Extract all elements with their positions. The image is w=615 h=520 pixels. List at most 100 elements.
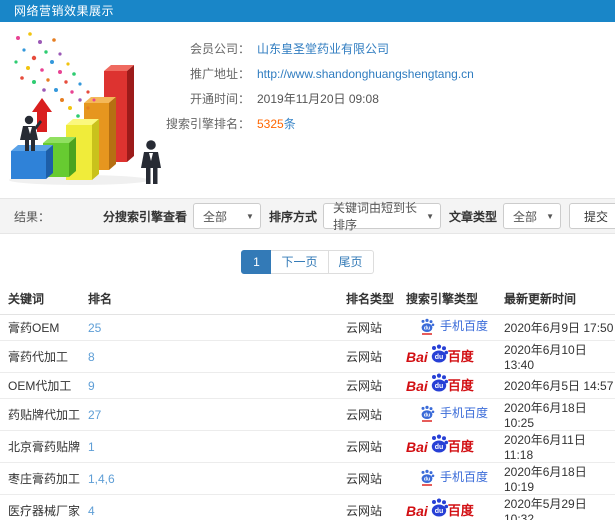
filter-bar: 结果： 分搜索引擎查看 全部 ▼ 排序方式 关键词由短到长排序 ▼ 文章类型 全… [0, 198, 615, 234]
rank-link[interactable]: 1,4,6 [88, 472, 115, 486]
chevron-down-icon: ▼ [546, 211, 554, 221]
page-1-button[interactable]: 1 [241, 250, 272, 274]
mobile-baidu-paw-icon: du [421, 405, 435, 422]
rank-type-cell: 云网站 [338, 372, 398, 399]
ranking-table: 关键词 排名 排名类型 搜索引擎类型 最新更新时间 膏药OEM 25 云网站 B… [0, 286, 615, 520]
rank-link[interactable]: 25 [88, 321, 101, 335]
keyword-cell: 枣庄膏药加工 [0, 462, 80, 495]
rank-cell: 4 [80, 494, 338, 520]
promo-url-link[interactable]: http://www.shandonghuangshengtang.cn [257, 67, 474, 81]
col-rank: 排名 [80, 286, 338, 315]
engine-view-label: 分搜索引擎查看 [102, 209, 187, 224]
engine-cell: Bai du 百度 du 手机百度 [398, 340, 496, 373]
baidu-logo: Bai du 百度 [406, 434, 474, 457]
member-info-section: 会员公司： 山东皇圣堂药业有限公司 推广地址： http://www.shand… [0, 28, 615, 192]
engine-cell: Bai du 百度 du 手机百度 [398, 494, 496, 520]
col-updated: 最新更新时间 [496, 286, 615, 315]
mobile-baidu-label: 手机百度 [440, 470, 489, 484]
engine-cell: Bai du 百度 du 手机百度 [398, 430, 496, 463]
updated-cell: 2020年6月10日 13:40 [496, 340, 615, 373]
baidu-paw-icon: du [431, 373, 448, 392]
rank-link[interactable]: 8 [88, 350, 95, 364]
baidu-cn-text: 百度 [447, 503, 474, 518]
company-link[interactable]: 山东皇圣堂药业有限公司 [257, 40, 389, 57]
keyword-cell: 膏药代加工 [0, 340, 80, 373]
col-engine-type: 搜索引擎类型 [398, 286, 496, 315]
rank-count-unit: 条 [283, 117, 296, 131]
article-type-label: 文章类型 [448, 209, 497, 224]
baidu-cn-text: 百度 [447, 439, 474, 454]
baidu-logo: Bai du 百度 [406, 498, 474, 520]
chevron-down-icon: ▼ [246, 211, 254, 221]
updated-cell: 2020年5月29日 10:32 [496, 494, 615, 520]
engine-cell: Bai du 百度 du 手机百度 [398, 372, 496, 399]
rank-cell: 1,4,6 [80, 462, 338, 495]
baidu-logo: Bai du 百度 [406, 373, 474, 396]
chevron-down-icon: ▼ [426, 211, 434, 221]
table-row: 药贴牌代加工 27 云网站 Bai du 百度 du [0, 398, 615, 431]
result-label: 结果： [14, 209, 51, 224]
rank-link[interactable]: 27 [88, 408, 101, 422]
updated-cell: 2020年6月5日 14:57 [496, 372, 615, 399]
engine-cell: Bai du 百度 du 手机百度 [398, 398, 496, 431]
bar-chart-image [9, 32, 161, 185]
baidu-cn-text: 百度 [447, 349, 474, 364]
svg-text:du: du [424, 325, 431, 331]
engine-view-select[interactable]: 全部 ▼ [192, 203, 261, 229]
page-header: 网络营销效果展示 [0, 0, 615, 22]
baidu-bai-text: Bai [406, 502, 428, 519]
svg-text:du: du [435, 444, 444, 451]
baidu-paw-icon: du [431, 434, 448, 453]
svg-text:du: du [435, 354, 444, 361]
rank-type-cell: 云网站 [338, 314, 398, 341]
confetti-dots [14, 32, 96, 118]
rank-cell: 25 [80, 314, 338, 341]
rank-type-cell: 云网站 [338, 462, 398, 495]
table-header-row: 关键词 排名 排名类型 搜索引擎类型 最新更新时间 [0, 286, 615, 315]
col-keyword: 关键词 [0, 286, 80, 315]
rank-link[interactable]: 1 [88, 440, 95, 454]
engine-cell: Bai du 百度 du 手机百度 [398, 462, 496, 495]
baidu-bai-text: Bai [406, 438, 428, 455]
table-row: OEM代加工 9 云网站 Bai du 百度 du [0, 372, 615, 399]
rank-cell: 8 [80, 340, 338, 373]
keyword-cell: 膏药OEM [0, 314, 80, 341]
sort-select[interactable]: 关键词由短到长排序 ▼ [322, 201, 441, 232]
page-title: 网络营销效果展示 [14, 4, 115, 18]
next-page-button[interactable]: 下一页 [271, 250, 329, 274]
mobile-baidu-logo: du 手机百度 [406, 318, 488, 335]
pagination: 1 下一页 尾页 [0, 250, 615, 274]
submit-button[interactable]: 提交 [569, 203, 615, 229]
table-row: 膏药OEM 25 云网站 Bai du 百度 du [0, 314, 615, 341]
baidu-paw-icon: du [431, 344, 448, 363]
table-row: 枣庄膏药加工 1,4,6 云网站 Bai du 百度 du [0, 462, 615, 495]
rank-link[interactable]: 4 [88, 504, 95, 518]
rank-type-cell: 云网站 [338, 430, 398, 463]
keyword-cell: OEM代加工 [0, 372, 80, 399]
article-type-selected: 全部 [513, 209, 538, 224]
baidu-paw-icon: du [431, 498, 448, 517]
rank-cell: 27 [80, 398, 338, 431]
last-page-button[interactable]: 尾页 [328, 250, 374, 274]
rank-cell: 9 [80, 372, 338, 399]
updated-cell: 2020年6月18日 10:25 [496, 398, 615, 431]
article-type-select[interactable]: 全部 ▼ [503, 203, 561, 229]
updated-cell: 2020年6月11日 11:18 [496, 430, 615, 463]
mobile-baidu-label: 手机百度 [440, 406, 489, 420]
engine-view-selected: 全部 [202, 209, 227, 224]
sort-selected: 关键词由短到长排序 [332, 201, 417, 232]
rank-count-number: 5325 [257, 117, 284, 131]
svg-text:du: du [424, 476, 431, 482]
baidu-logo: Bai du 百度 [406, 344, 474, 367]
sort-label: 排序方式 [268, 209, 317, 224]
rank-link[interactable]: 9 [88, 379, 95, 393]
keyword-cell: 北京膏药贴牌 [0, 430, 80, 463]
rank-type-cell: 云网站 [338, 494, 398, 520]
mobile-baidu-logo: du 手机百度 [406, 469, 488, 486]
updated-cell: 2020年6月9日 17:50 [496, 314, 615, 341]
rank-type-cell: 云网站 [338, 398, 398, 431]
mobile-baidu-paw-icon: du [421, 469, 435, 486]
rank-count-value: 5325条 [257, 115, 296, 132]
mobile-baidu-label: 手机百度 [440, 319, 489, 333]
table-row: 北京膏药贴牌 1 云网站 Bai du 百度 du [0, 430, 615, 463]
